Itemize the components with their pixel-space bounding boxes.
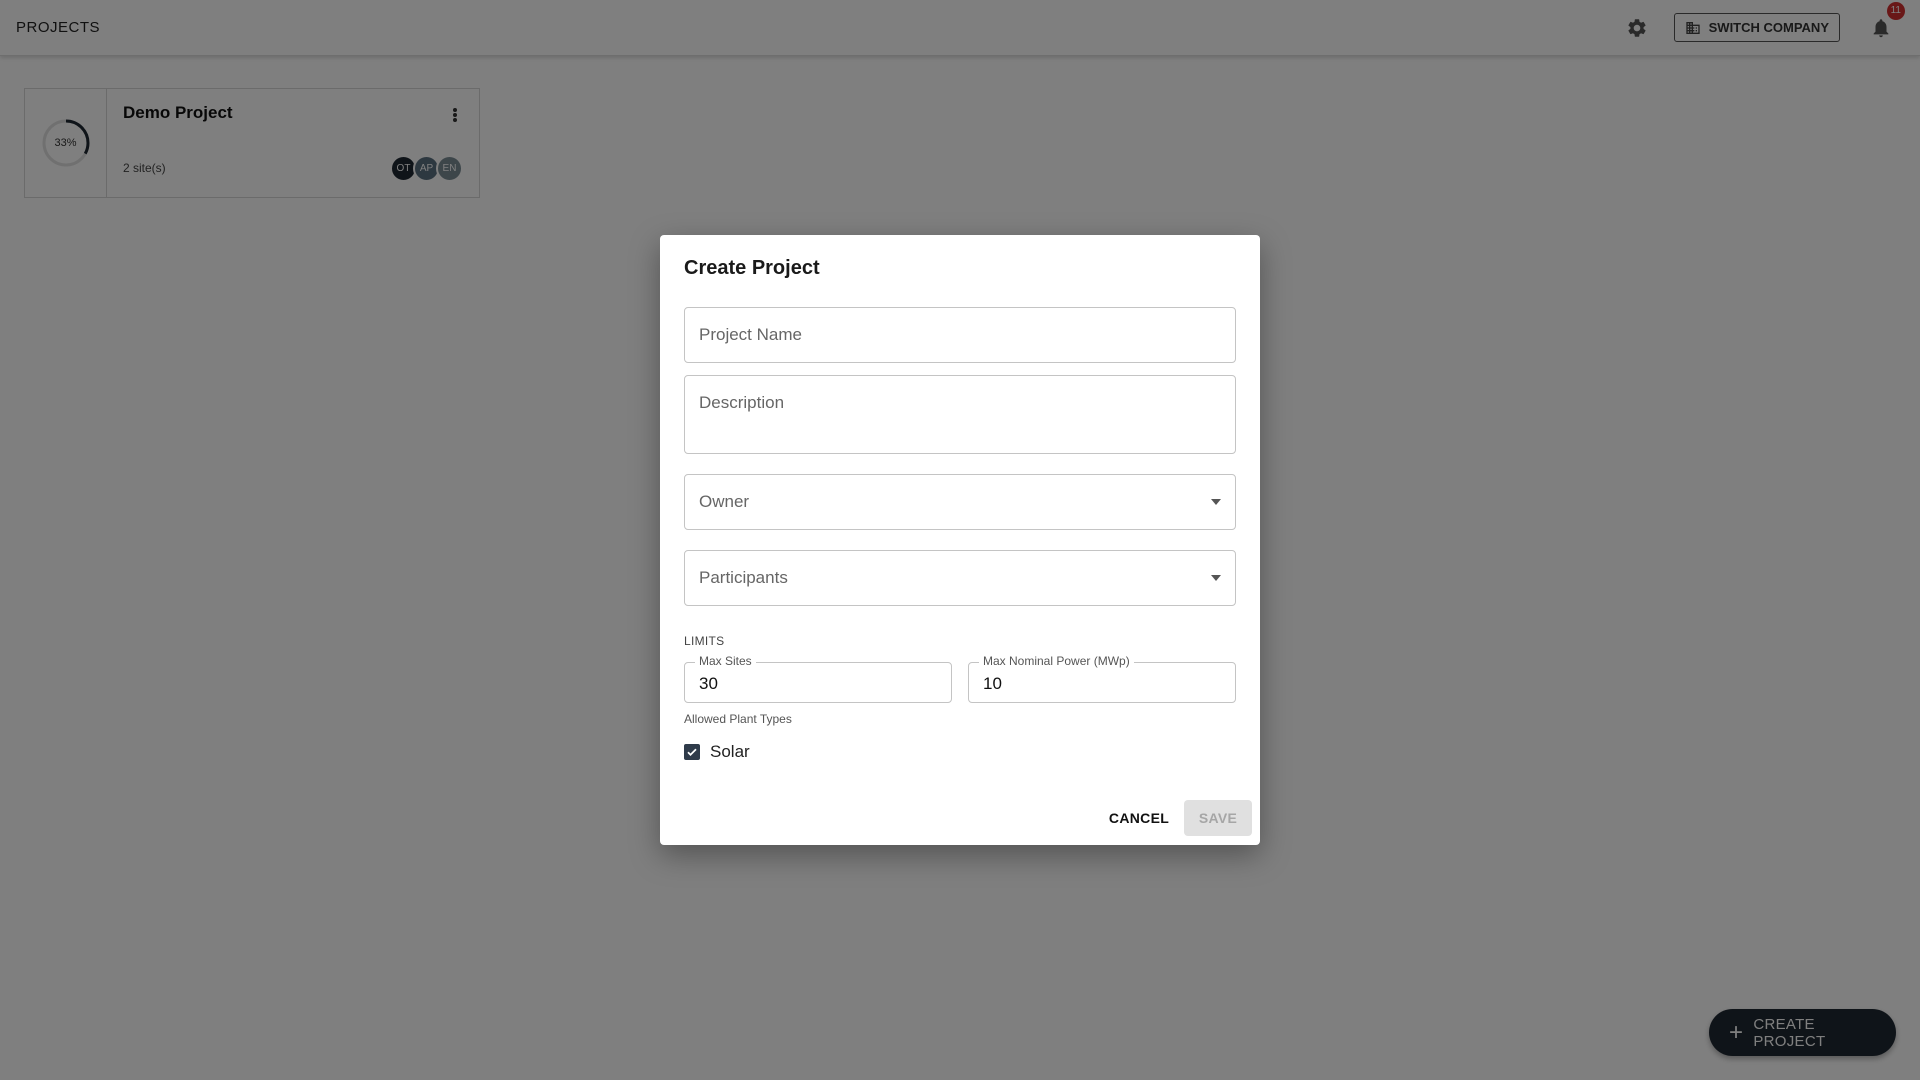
dropdown-arrow-icon [1211,499,1221,505]
solar-checkbox[interactable] [684,744,700,760]
allowed-plant-types-label: Allowed Plant Types [684,712,792,726]
save-button[interactable]: SAVE [1184,800,1252,836]
participants-select[interactable]: Participants [684,550,1236,606]
solar-label: Solar [710,742,750,761]
max-sites-value: 30 [699,674,718,693]
project-name-placeholder: Project Name [699,325,802,344]
plant-type-solar-row: Solar [684,742,750,762]
check-icon [687,748,697,756]
max-nominal-power-input[interactable]: Max Nominal Power (MWp) 10 [968,654,1236,703]
owner-select[interactable]: Owner [684,474,1236,530]
max-sites-input[interactable]: Max Sites 30 [684,654,952,703]
description-input[interactable]: Description [684,375,1236,454]
cancel-button[interactable]: CANCEL [1104,800,1174,836]
dialog-title: Create Project [684,257,820,279]
max-sites-label: Max Sites [695,654,756,668]
dropdown-arrow-icon [1211,575,1221,581]
description-placeholder: Description [699,393,785,412]
create-project-dialog: Create Project Project Name Description … [660,235,1260,845]
max-nominal-power-label: Max Nominal Power (MWp) [979,654,1134,668]
owner-placeholder: Owner [699,492,750,511]
limits-heading: LIMITS [684,634,725,648]
project-name-input[interactable]: Project Name [684,307,1236,363]
max-nominal-power-value: 10 [983,674,1002,693]
participants-placeholder: Participants [699,568,788,587]
